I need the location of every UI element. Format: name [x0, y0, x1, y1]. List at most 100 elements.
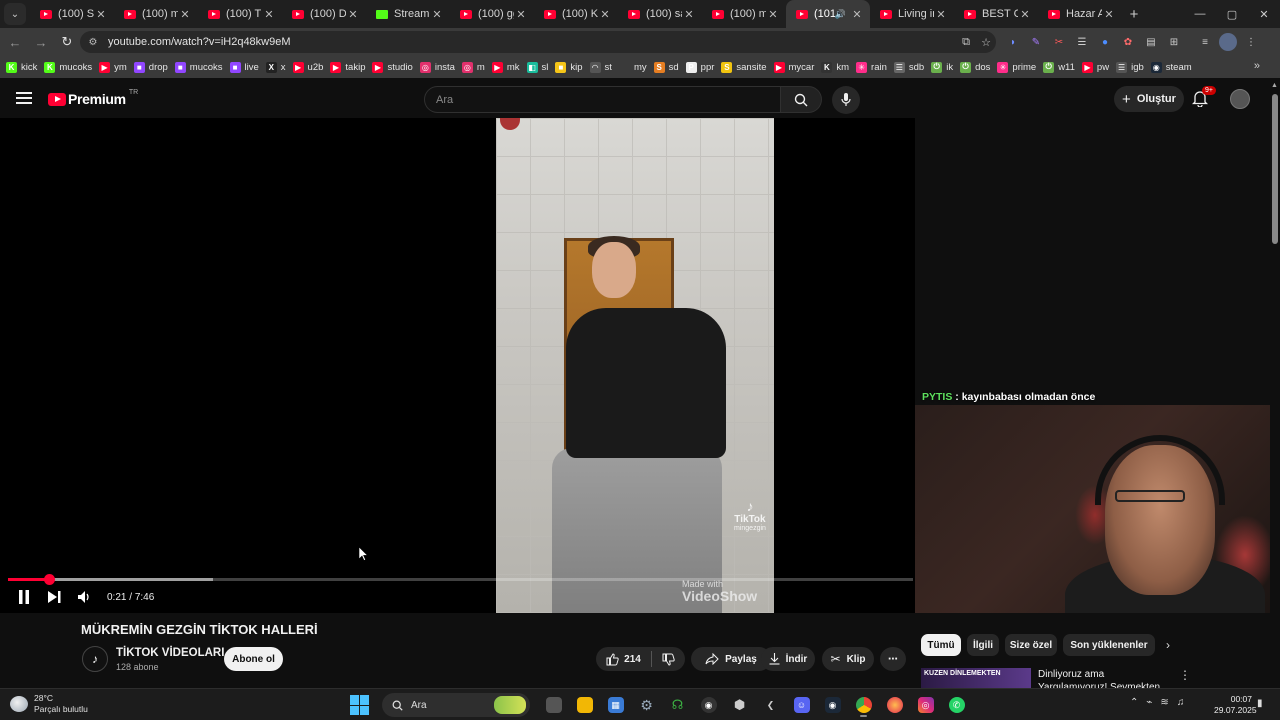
recommended-title[interactable]: Dinliyoruz ama Yargılamıyoruz! Sevmekten…	[1038, 668, 1173, 688]
url-text[interactable]: youtube.com/watch?v=iH2q48kw9eM	[108, 36, 956, 48]
taskbar-clock[interactable]: 00:07 29.07.2025	[1214, 694, 1257, 716]
bookmark-item[interactable]: ✳ rain	[856, 61, 887, 73]
bookmark-item[interactable]: Kmucoks	[44, 61, 92, 73]
scrollbar-thumb[interactable]	[1272, 94, 1278, 244]
task-view-icon[interactable]	[540, 693, 567, 717]
discord-icon[interactable]: ☺	[788, 693, 815, 717]
extensions-puzzle-icon[interactable]: ⊞	[1165, 33, 1183, 51]
app-icon[interactable]: ⬢	[726, 693, 753, 717]
create-button[interactable]: + Oluştur	[1114, 86, 1184, 112]
bookmark-item[interactable]: Ssd	[653, 61, 679, 73]
more-actions-button[interactable]: ⋯	[880, 647, 906, 671]
bookmark-item[interactable]: ◠ st	[589, 61, 612, 73]
bookmark-item[interactable]: ⏻ dos	[960, 61, 990, 73]
new-tab-button[interactable]: +	[1122, 6, 1146, 23]
subscribe-button[interactable]: Abone ol	[224, 647, 283, 671]
bookmark-item[interactable]: ▶ takip	[330, 61, 365, 73]
bookmark-item[interactable]: Xx	[265, 61, 286, 73]
chrome-icon[interactable]	[850, 693, 877, 717]
chip-next-button[interactable]: ›	[1166, 638, 1170, 652]
video-player[interactable]: ♪ TikTok mingezgin Made with VideoShow 0…	[0, 118, 915, 613]
close-window-button[interactable]: ✕	[1248, 0, 1280, 28]
bookmark-item[interactable]: ⏻ w11	[1043, 61, 1075, 73]
bookmark-item[interactable]: ▶ ym	[99, 61, 127, 73]
file-explorer-icon[interactable]	[571, 693, 598, 717]
recommended-menu-button[interactable]: ⋮	[1179, 668, 1191, 682]
bookmark-item[interactable]: ■ live	[229, 61, 259, 73]
tray-expand-icon[interactable]: ⌃	[1130, 697, 1138, 708]
scrubber-handle[interactable]	[43, 574, 55, 585]
profile-avatar[interactable]	[1219, 33, 1237, 51]
tab-close-icon[interactable]: ✕	[766, 8, 780, 21]
browser-menu-icon[interactable]: ⋮	[1242, 33, 1260, 51]
bookmark-item[interactable]: Ssansite	[721, 61, 767, 73]
channel-avatar[interactable]: ♪	[82, 646, 108, 672]
recommended-thumbnail[interactable]: KUZEN DİNLEMEKTEN	[921, 668, 1031, 688]
bookmark-item[interactable]: my	[618, 61, 647, 73]
bookmark-item[interactable]: ◎ insta	[419, 61, 455, 73]
extension-icon[interactable]: ◗	[1004, 33, 1022, 51]
site-info-icon[interactable]: ⚙	[86, 35, 100, 49]
tab-close-icon[interactable]: ✕	[1102, 8, 1116, 21]
reload-button[interactable]: ↻	[56, 31, 78, 53]
bookmark-item[interactable]: ▶ pw	[1081, 61, 1109, 73]
firefox-icon[interactable]	[881, 693, 908, 717]
extension-icon[interactable]: ✿	[1119, 33, 1137, 51]
bookmark-item[interactable]: Kkick	[6, 61, 37, 73]
media-controls-icon[interactable]: ≡	[1196, 33, 1214, 51]
whatsapp-icon[interactable]: ✆	[943, 693, 970, 717]
page-scrollbar[interactable]: ▲	[1270, 78, 1280, 688]
search-button[interactable]	[781, 86, 822, 113]
youtube-logo[interactable]: Premium TR	[48, 89, 138, 107]
browser-tab[interactable]: Living in R✕	[870, 0, 954, 28]
tab-close-icon[interactable]: ✕	[514, 8, 528, 21]
taskbar-search[interactable]: Ara	[382, 693, 530, 717]
dislike-button[interactable]	[662, 653, 675, 666]
browser-tab[interactable]: (100) Kont✕	[534, 0, 618, 28]
speaker-icon[interactable]: ♫	[1177, 697, 1185, 708]
filter-chip[interactable]: Son yüklenenler	[1063, 634, 1155, 656]
search-input[interactable]: Ara	[424, 86, 781, 113]
bookmark-item[interactable]: ■ kip	[555, 61, 583, 73]
browser-tab[interactable]: Hazar Altu✕	[1038, 0, 1122, 28]
filter-chip[interactable]: Tümü	[921, 634, 961, 656]
maximize-button[interactable]: ▢	[1216, 0, 1248, 28]
tab-close-icon[interactable]: ✕	[178, 8, 192, 21]
browser-tab[interactable]: Stream - K✕	[366, 0, 450, 28]
windows-start-icon[interactable]	[350, 695, 370, 715]
store-icon[interactable]: ▦	[602, 693, 629, 717]
clip-button[interactable]: ✂ Klip	[822, 647, 874, 671]
bookmark-item[interactable]: ✳ prime	[997, 61, 1036, 73]
tab-close-icon[interactable]: ✕	[346, 8, 360, 21]
tab-close-icon[interactable]: ✕	[430, 8, 444, 21]
guide-menu-icon[interactable]	[16, 92, 32, 104]
tab-close-icon[interactable]: ✕	[682, 8, 696, 21]
extension-icon[interactable]: ✂	[1050, 33, 1068, 51]
channel-name[interactable]: TİKTOK VİDEOLARI	[116, 647, 224, 659]
bookmark-item[interactable]: ◎ m	[461, 61, 485, 73]
browser-tab[interactable]: (100) mük✕	[702, 0, 786, 28]
progress-bar[interactable]	[8, 574, 913, 585]
browser-tab[interactable]: (100) The I✕	[198, 0, 282, 28]
bookmark-item[interactable]: ⏻ ik	[931, 61, 953, 73]
notifications-button[interactable]: 9+	[1192, 86, 1216, 109]
tab-search-button[interactable]: ⌄	[4, 3, 26, 25]
tab-close-icon[interactable]: ✕	[850, 8, 864, 21]
minimize-button[interactable]: —	[1184, 0, 1216, 28]
network-icon[interactable]: ⌁	[1146, 697, 1152, 708]
bookmark-item[interactable]: ▶ mk	[491, 61, 520, 73]
bookmark-item[interactable]: ■ mucoks	[174, 61, 223, 73]
back-button[interactable]: ←	[4, 31, 26, 53]
bookmark-item[interactable]: ◉ steam	[1150, 61, 1192, 73]
kick-app-icon[interactable]: ❮	[757, 693, 784, 717]
obs-icon[interactable]: ◉	[695, 693, 722, 717]
pause-button[interactable]	[9, 586, 39, 608]
tab-close-icon[interactable]: ✕	[1018, 8, 1032, 21]
bookmark-item[interactable]: Pppr	[685, 61, 714, 73]
extension-icon[interactable]: ▤	[1142, 33, 1160, 51]
tab-close-icon[interactable]: ✕	[934, 8, 948, 21]
filter-chip[interactable]: Size özel	[1005, 634, 1057, 656]
bookmark-item[interactable]: ▶ u2b	[292, 61, 323, 73]
bookmarks-overflow-button[interactable]: »	[1254, 60, 1260, 72]
settings-gear-icon[interactable]: ⚙	[633, 693, 660, 717]
